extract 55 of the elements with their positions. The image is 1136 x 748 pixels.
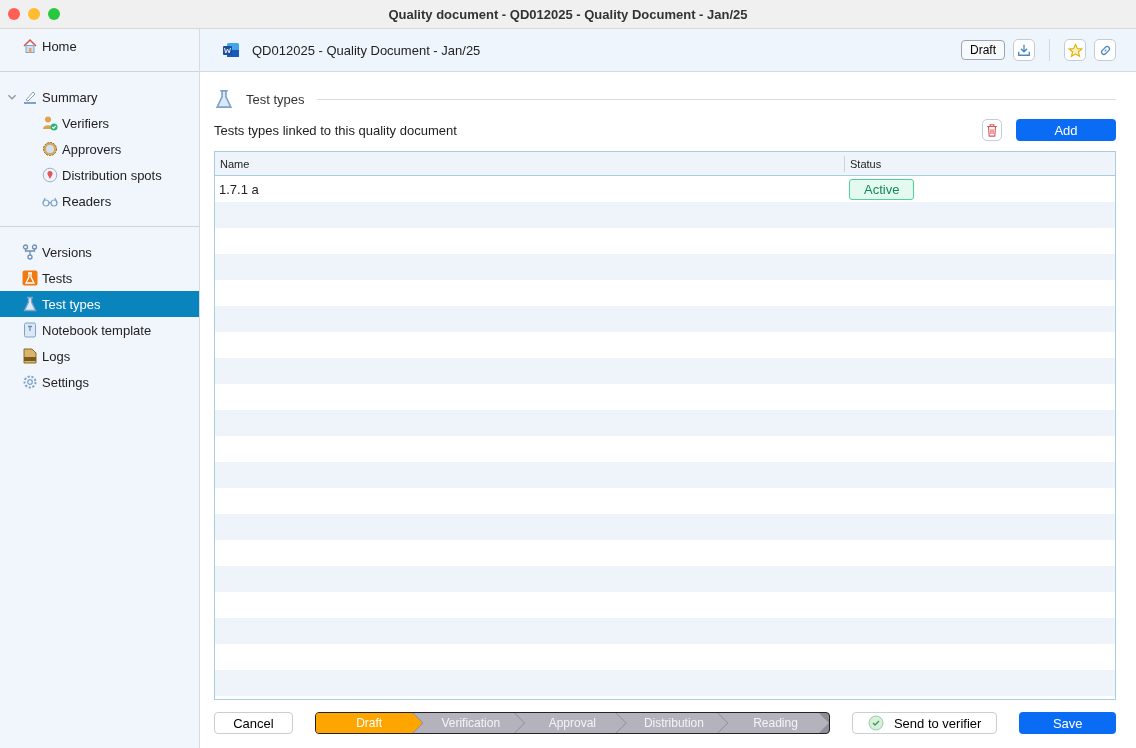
document-title: QD012025 - Quality Document - Jan/25 <box>252 42 481 58</box>
sidebar-item[interactable]: Settings <box>0 369 199 395</box>
download-icon <box>1017 43 1031 57</box>
save-button[interactable]: Save <box>1019 712 1116 734</box>
sidebar-item[interactable]: Tests <box>0 265 199 291</box>
link-button[interactable] <box>1094 39 1116 61</box>
word-document-icon <box>222 42 240 58</box>
sidebar-item[interactable]: Notebook template <box>0 317 199 343</box>
workflow-step: Approval <box>515 713 626 733</box>
favorite-button[interactable] <box>1064 39 1086 61</box>
close-button[interactable] <box>8 8 20 20</box>
add-button[interactable]: Add <box>1016 119 1116 141</box>
table-cell-text: 1.7.1 a <box>218 181 260 197</box>
sidebar-item[interactable]: Logs <box>0 343 199 369</box>
sidebar-item[interactable]: Versions <box>0 239 199 265</box>
column-header[interactable]: Status <box>845 157 1115 170</box>
sidebar-item[interactable]: Summary <box>0 84 199 110</box>
link-icon <box>1098 43 1112 57</box>
flask-icon <box>214 89 234 109</box>
workflow-step: Distribution <box>616 713 728 733</box>
logs-icon <box>22 348 38 364</box>
sidebar-item[interactable]: Readers <box>0 188 199 214</box>
zoom-button[interactable] <box>48 8 60 20</box>
delete-button[interactable] <box>982 119 1002 141</box>
tests-icon <box>22 270 38 286</box>
minimize-button[interactable] <box>28 8 40 20</box>
section-title: Test types <box>246 91 305 107</box>
versions-icon <box>22 244 38 260</box>
person-check-icon <box>42 115 58 131</box>
send-to-verifier-button[interactable]: Send to verifier <box>851 712 998 734</box>
status-button[interactable]: Draft <box>961 40 1005 60</box>
sidebar-item[interactable]: Verifiers <box>0 110 199 136</box>
cancel-button[interactable]: Cancel <box>214 712 293 734</box>
status-badge: Active <box>849 178 915 200</box>
star-icon <box>1067 42 1083 58</box>
gear-icon <box>22 374 38 390</box>
workflow-step: Draft <box>315 713 423 733</box>
section-description: Tests types linked to this quality document <box>214 122 457 138</box>
sidebar-item[interactable]: Approvers <box>0 136 199 162</box>
location-pin-icon <box>42 167 58 183</box>
flask-icon <box>22 296 38 312</box>
sidebar-item[interactable]: Test types <box>0 291 199 317</box>
download-button[interactable] <box>1013 39 1035 61</box>
trash-icon <box>985 123 999 137</box>
summary-icon <box>22 89 38 105</box>
workflow-step: Verification <box>413 713 525 733</box>
notebook-icon <box>22 322 38 338</box>
workflow-step: Reading <box>718 713 829 733</box>
window-title: Quality document - QD012025 - Quality Document - Jan/25 <box>388 6 748 22</box>
sidebar-item[interactable]: Distribution spots <box>0 162 199 188</box>
check-circle-icon <box>867 715 884 731</box>
column-header[interactable]: Name <box>215 155 845 172</box>
sidebar-item[interactable]: Home <box>0 33 199 59</box>
home-icon <box>22 38 38 54</box>
badge-icon <box>42 141 58 157</box>
